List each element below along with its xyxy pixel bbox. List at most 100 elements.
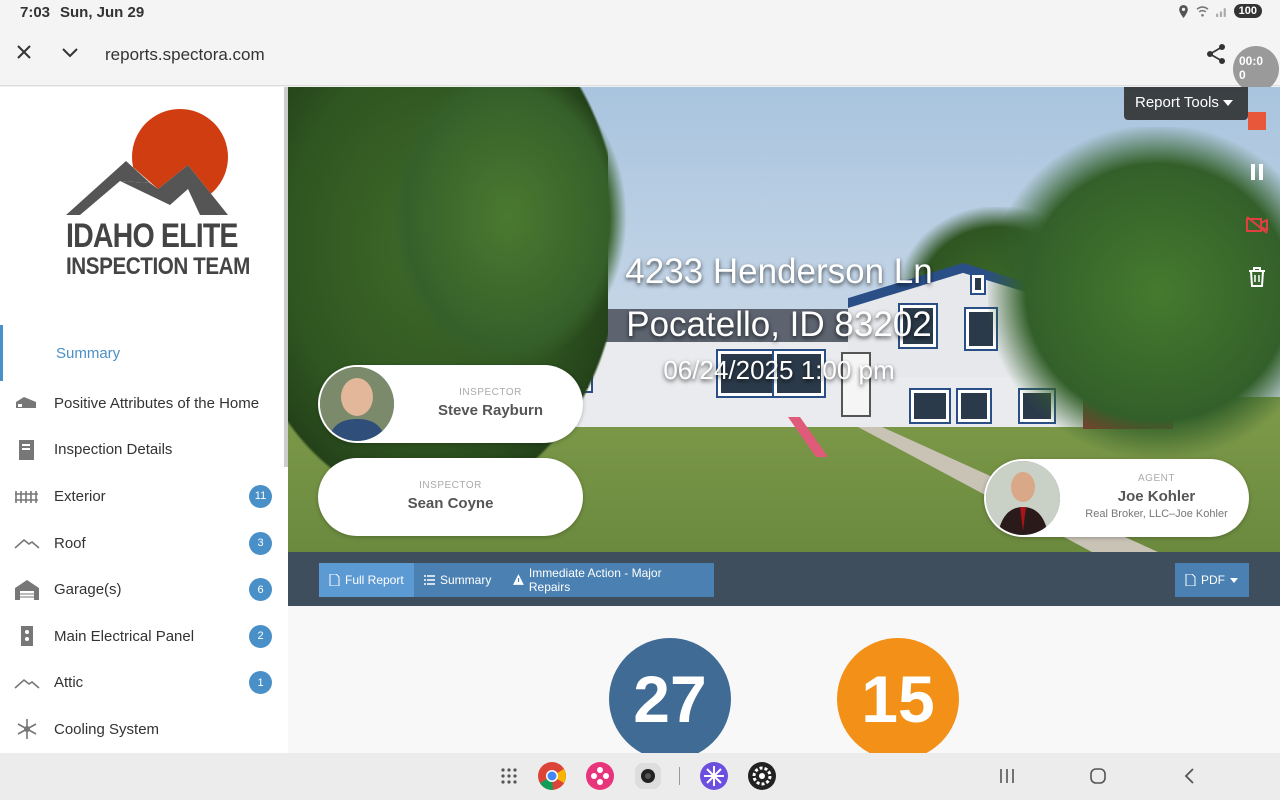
status-icons: 100: [1177, 4, 1262, 18]
report-tools-button[interactable]: Report Tools: [1124, 87, 1248, 120]
sidebar-item-label: Main Electrical Panel: [54, 627, 195, 645]
garage-icon: [15, 579, 39, 600]
timer-text: 00:0 0: [1239, 54, 1264, 82]
inspector-role: INSPECTOR: [459, 387, 522, 398]
agent-role: AGENT: [1138, 473, 1175, 484]
sidebar-item-label: Cooling System: [54, 720, 160, 738]
summary-section: 27 15: [288, 606, 1280, 760]
share-icon[interactable]: [1204, 42, 1228, 66]
logo-line1: IDAHO ELITE: [66, 217, 238, 255]
wifi-icon: [1196, 5, 1209, 17]
panel-icon: [21, 626, 33, 647]
sidebar-item-attic[interactable]: Attic 1: [0, 660, 288, 707]
inspector-role: INSPECTOR: [419, 480, 482, 491]
count-badge: 2: [249, 624, 272, 648]
pdf-label: PDF: [1201, 573, 1225, 587]
count-badge: 3: [249, 531, 272, 555]
sidebar-item-label: Attic: [54, 674, 84, 692]
attic-icon: [14, 678, 40, 689]
caret-down-icon: [1222, 100, 1233, 107]
tab-full-report[interactable]: Full Report: [319, 563, 414, 597]
inspector-card-1[interactable]: INSPECTOR Steve Rayburn: [318, 365, 583, 443]
chevron-down-icon[interactable]: [58, 40, 82, 64]
settings-app-icon[interactable]: [747, 761, 777, 791]
tab-label: Summary: [440, 573, 492, 587]
sidebar-nav: Positive Attributes of the Home Inspecti…: [0, 380, 288, 753]
url-text[interactable]: reports.spectora.com: [105, 45, 265, 65]
fence-icon: [15, 491, 38, 504]
status-date: Sun, Jun 29: [60, 4, 145, 21]
sidebar-item-garage[interactable]: Garage(s) 6: [0, 566, 288, 613]
camera-off-icon[interactable]: [1245, 213, 1269, 237]
sidebar-item-label: Positive Attributes of the Home: [54, 394, 260, 412]
active-indicator: [0, 325, 3, 381]
snowflake-icon: [17, 719, 37, 740]
sidebar: IDAHO ELITE INSPECTION TEAM Summary Posi…: [0, 87, 288, 753]
inspector-card-2[interactable]: INSPECTOR Sean Coyne: [318, 458, 583, 536]
agent-name: Joe Kohler: [1117, 488, 1196, 505]
logo-mountain-icon: [66, 109, 228, 215]
warning-icon: [513, 574, 524, 585]
summary-count-orange[interactable]: 15: [837, 638, 959, 760]
sidebar-item-positive-attributes[interactable]: Positive Attributes of the Home: [0, 380, 288, 427]
agent-card[interactable]: AGENT Joe Kohler Real Broker, LLC–Joe Ko…: [984, 459, 1249, 537]
summary-count-blue[interactable]: 27: [609, 638, 731, 760]
stop-recording-button[interactable]: [1248, 112, 1266, 130]
sidebar-item-label: Roof: [54, 534, 86, 552]
sidebar-item-summary[interactable]: Summary: [56, 345, 120, 362]
document-icon: [19, 439, 34, 460]
trash-icon[interactable]: [1245, 265, 1269, 289]
inspector-name: Steve Rayburn: [437, 402, 544, 419]
dock-divider: [679, 767, 680, 785]
count-badge: 11: [249, 484, 272, 508]
inspector-name: Sean Coyne: [407, 495, 494, 512]
signal-icon: [1215, 7, 1226, 17]
tab-label: Full Report: [345, 573, 404, 587]
home-icon[interactable]: [1087, 765, 1109, 787]
logo-line2: INSPECTION TEAM: [66, 253, 250, 280]
tab-label: Immediate Action - Major Repairs: [528, 566, 662, 594]
hero-banner: 4233 Henderson Ln Pocatello, ID 83202 06…: [288, 87, 1280, 552]
address-line1: 4233 Henderson Ln: [625, 252, 933, 291]
document-icon: [329, 574, 340, 586]
pdf-icon: [1185, 574, 1196, 586]
camera-icon[interactable]: [633, 761, 663, 791]
house-side-icon: [16, 397, 36, 409]
company-logo: IDAHO ELITE INSPECTION TEAM: [60, 109, 250, 299]
pdf-button[interactable]: PDF: [1175, 563, 1249, 597]
tab-immediate-action[interactable]: Immediate Action - Major Repairs: [503, 563, 714, 597]
roof-icon: [14, 539, 40, 549]
app-drawer-icon[interactable]: [494, 761, 524, 791]
bixby-icon[interactable]: [699, 761, 729, 791]
count-badge: 6: [249, 578, 272, 602]
sidebar-item-label: Inspection Details: [54, 441, 173, 459]
sidebar-item-cooling-system[interactable]: Cooling System: [0, 706, 288, 753]
caret-down-icon: [1230, 577, 1238, 583]
sidebar-item-electrical-panel[interactable]: Main Electrical Panel 2: [0, 613, 288, 660]
recording-timer[interactable]: 00:0 0: [1233, 46, 1279, 92]
sidebar-item-label: Exterior: [54, 487, 106, 505]
status-bar: 7:03 Sun, Jun 29 100: [0, 0, 1280, 26]
list-icon: [424, 575, 435, 585]
tab-summary[interactable]: Summary: [414, 563, 503, 597]
chrome-icon[interactable]: [537, 761, 567, 791]
report-tabs: Full Report Summary Immediate Action - M…: [288, 552, 1280, 606]
sidebar-item-label: Garage(s): [54, 581, 122, 599]
status-time: 7:03: [20, 4, 51, 21]
sidebar-item-roof[interactable]: Roof 3: [0, 520, 288, 567]
location-icon: [1178, 4, 1188, 18]
close-icon[interactable]: [12, 40, 36, 64]
agent-company: Real Broker, LLC–Joe Kohler: [1085, 508, 1228, 520]
battery-indicator: 100: [1233, 4, 1262, 18]
recents-icon[interactable]: [996, 765, 1018, 787]
pause-icon[interactable]: [1245, 160, 1269, 184]
gallery-icon[interactable]: [585, 761, 615, 791]
sidebar-item-inspection-details[interactable]: Inspection Details: [0, 427, 288, 474]
back-icon[interactable]: [1179, 765, 1201, 787]
count-badge: 1: [249, 671, 272, 695]
browser-toolbar: reports.spectora.com 00:0 0: [0, 26, 1280, 92]
sidebar-item-exterior[interactable]: Exterior 11: [0, 473, 288, 520]
address-line2: Pocatello, ID 83202: [626, 305, 932, 344]
report-tools-label: Report Tools: [1135, 94, 1219, 111]
system-navigation-bar: [0, 753, 1280, 800]
